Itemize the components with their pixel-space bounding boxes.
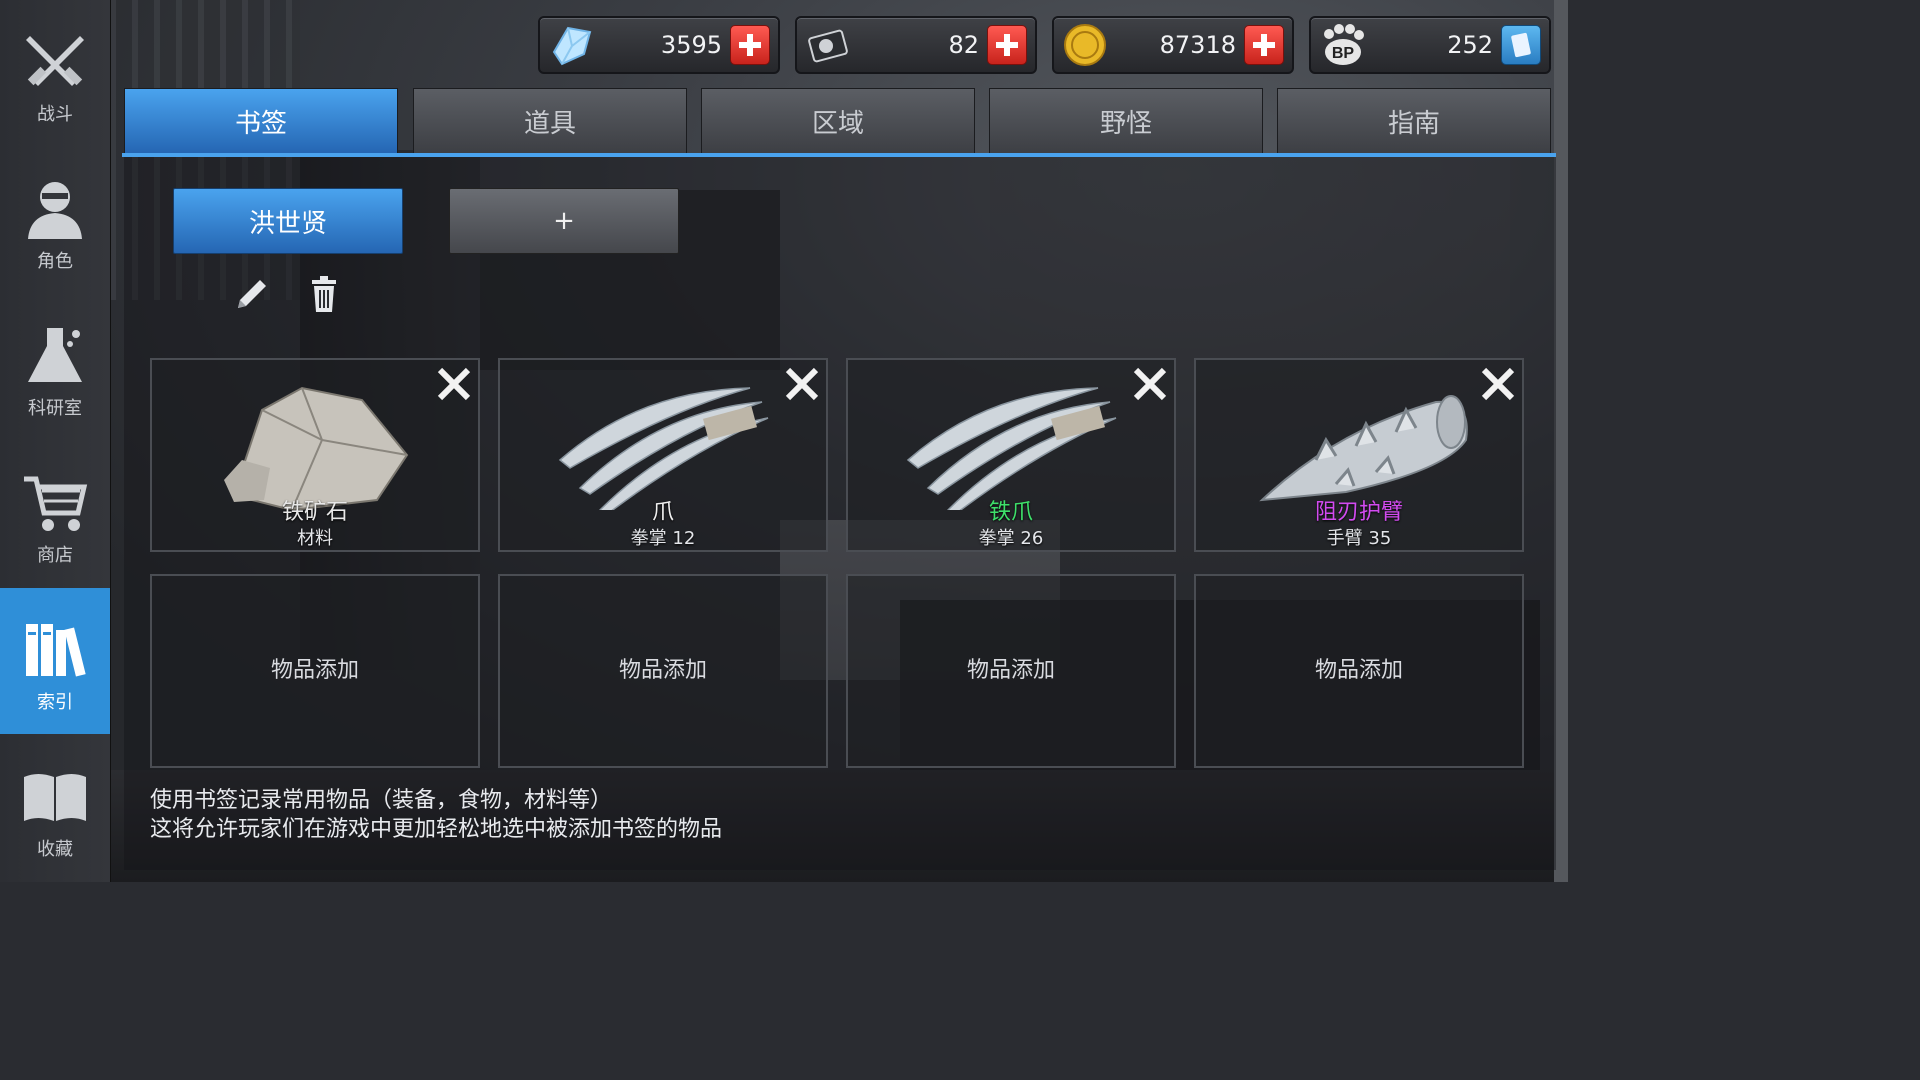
bookmark-slot-3[interactable]: 铁爪 拳掌 26 xyxy=(846,358,1176,552)
item-type: 拳掌 12 xyxy=(630,528,696,549)
add-bookmark-button[interactable]: + xyxy=(449,188,679,254)
empty-slot-3[interactable]: 物品添加 xyxy=(846,574,1176,768)
currency-disk: 82 xyxy=(795,16,1037,74)
sidebar-item-label: 商店 xyxy=(37,545,73,566)
item-name: 爪 xyxy=(651,500,674,525)
tab-bookmark[interactable]: 书签 xyxy=(124,88,398,154)
iron-ore-icon xyxy=(152,360,478,512)
currency-value: 252 xyxy=(1447,31,1493,59)
add-item-label: 物品添加 xyxy=(270,658,359,683)
remove-item-close-icon[interactable] xyxy=(782,364,822,404)
item-type: 拳掌 26 xyxy=(978,528,1044,549)
tab-region[interactable]: 区域 xyxy=(701,88,975,154)
currency-gold: 87318 xyxy=(1052,16,1294,74)
sidebar-item-label: 收藏 xyxy=(37,839,73,860)
remove-item-close-icon[interactable] xyxy=(1478,364,1518,404)
sidebar-item-character[interactable]: 角色 xyxy=(0,147,110,293)
bookmark-slot-2[interactable]: 爪 拳掌 12 xyxy=(498,358,828,552)
iron-claw-icon xyxy=(848,360,1174,513)
currency-crystal: 3595 xyxy=(538,16,780,74)
item-name: 铁矿石 xyxy=(281,500,348,525)
item-name: 铁爪 xyxy=(988,500,1033,525)
currency-value: 87318 xyxy=(1159,31,1236,59)
sidebar-item-shop[interactable]: 商店 xyxy=(0,441,110,587)
sidebar-item-label: 索引 xyxy=(37,692,73,713)
tab-items[interactable]: 道具 xyxy=(413,88,687,154)
sidebar-item-index[interactable]: 索引 xyxy=(0,588,110,734)
books-icon xyxy=(15,616,95,682)
tab-bar: 书签 道具 区域 野怪 指南 xyxy=(124,88,1556,154)
empty-slot-4[interactable]: 物品添加 xyxy=(1194,574,1524,768)
add-crystal-button[interactable] xyxy=(730,25,770,65)
empty-slot-2[interactable]: 物品添加 xyxy=(498,574,828,768)
right-edge-strip xyxy=(1554,0,1568,882)
svg-text:BP: BP xyxy=(1332,45,1355,62)
hard-drive-icon xyxy=(805,22,851,68)
sidebar-item-label: 角色 xyxy=(37,251,73,272)
currency-value: 82 xyxy=(948,31,979,59)
character-bust-icon xyxy=(15,175,95,241)
add-item-label: 物品添加 xyxy=(1314,658,1403,683)
empty-slot-1[interactable]: 物品添加 xyxy=(150,574,480,768)
item-type: 手臂 35 xyxy=(1326,528,1392,549)
claw-icon xyxy=(500,360,826,513)
remove-item-close-icon[interactable] xyxy=(1130,364,1170,404)
help-line-1: 使用书签记录常用物品（装备，食物，材料等） xyxy=(150,788,613,813)
flask-icon xyxy=(15,322,95,388)
help-line-2: 这将允许玩家们在游戏中更加轻松地选中被添加书签的物品 xyxy=(150,817,723,842)
help-text: 使用书签记录常用物品（装备，食物，材料等） 这将允许玩家们在游戏中更加轻松地选中… xyxy=(150,786,722,844)
delete-trash-icon[interactable] xyxy=(302,272,346,316)
tab-monsters[interactable]: 野怪 xyxy=(989,88,1263,154)
bookmark-tab-active[interactable]: 洪世贤 xyxy=(173,188,403,254)
shopping-cart-icon xyxy=(15,469,95,535)
crossed-weapons-icon xyxy=(15,28,95,94)
bp-paw-icon: BP xyxy=(1319,22,1365,68)
bp-card-button[interactable] xyxy=(1501,25,1541,65)
remove-item-close-icon[interactable] xyxy=(434,364,474,404)
add-item-label: 物品添加 xyxy=(618,658,707,683)
sidebar-item-label: 战斗 xyxy=(37,104,73,125)
crystal-icon xyxy=(548,22,594,68)
sidebar-item-lab[interactable]: 科研室 xyxy=(0,294,110,440)
item-type: 材料 xyxy=(297,528,333,549)
add-item-label: 物品添加 xyxy=(966,658,1055,683)
sidebar-item-battle[interactable]: 战斗 xyxy=(0,0,110,146)
left-sidebar: 战斗 角色 科研室 商店 索引 收藏 xyxy=(0,0,111,882)
add-disk-button[interactable] xyxy=(987,25,1027,65)
add-gold-button[interactable] xyxy=(1244,25,1284,65)
sidebar-item-label: 科研室 xyxy=(28,398,82,419)
bookmark-slot-1[interactable]: 铁矿石 材料 xyxy=(150,358,480,552)
sidebar-item-collection[interactable]: 收藏 xyxy=(0,735,110,881)
arm-guard-icon xyxy=(1196,360,1522,510)
tab-guide[interactable]: 指南 xyxy=(1277,88,1551,154)
item-name: 阻刃护臂 xyxy=(1314,500,1403,525)
bookmark-slot-4[interactable]: 阻刃护臂 手臂 35 xyxy=(1194,358,1524,552)
edit-pencil-icon[interactable] xyxy=(230,272,274,316)
currency-bp: BP 252 xyxy=(1309,16,1551,74)
currency-value: 3595 xyxy=(660,31,722,59)
gold-coin-icon xyxy=(1062,22,1108,68)
open-book-icon xyxy=(15,763,95,829)
